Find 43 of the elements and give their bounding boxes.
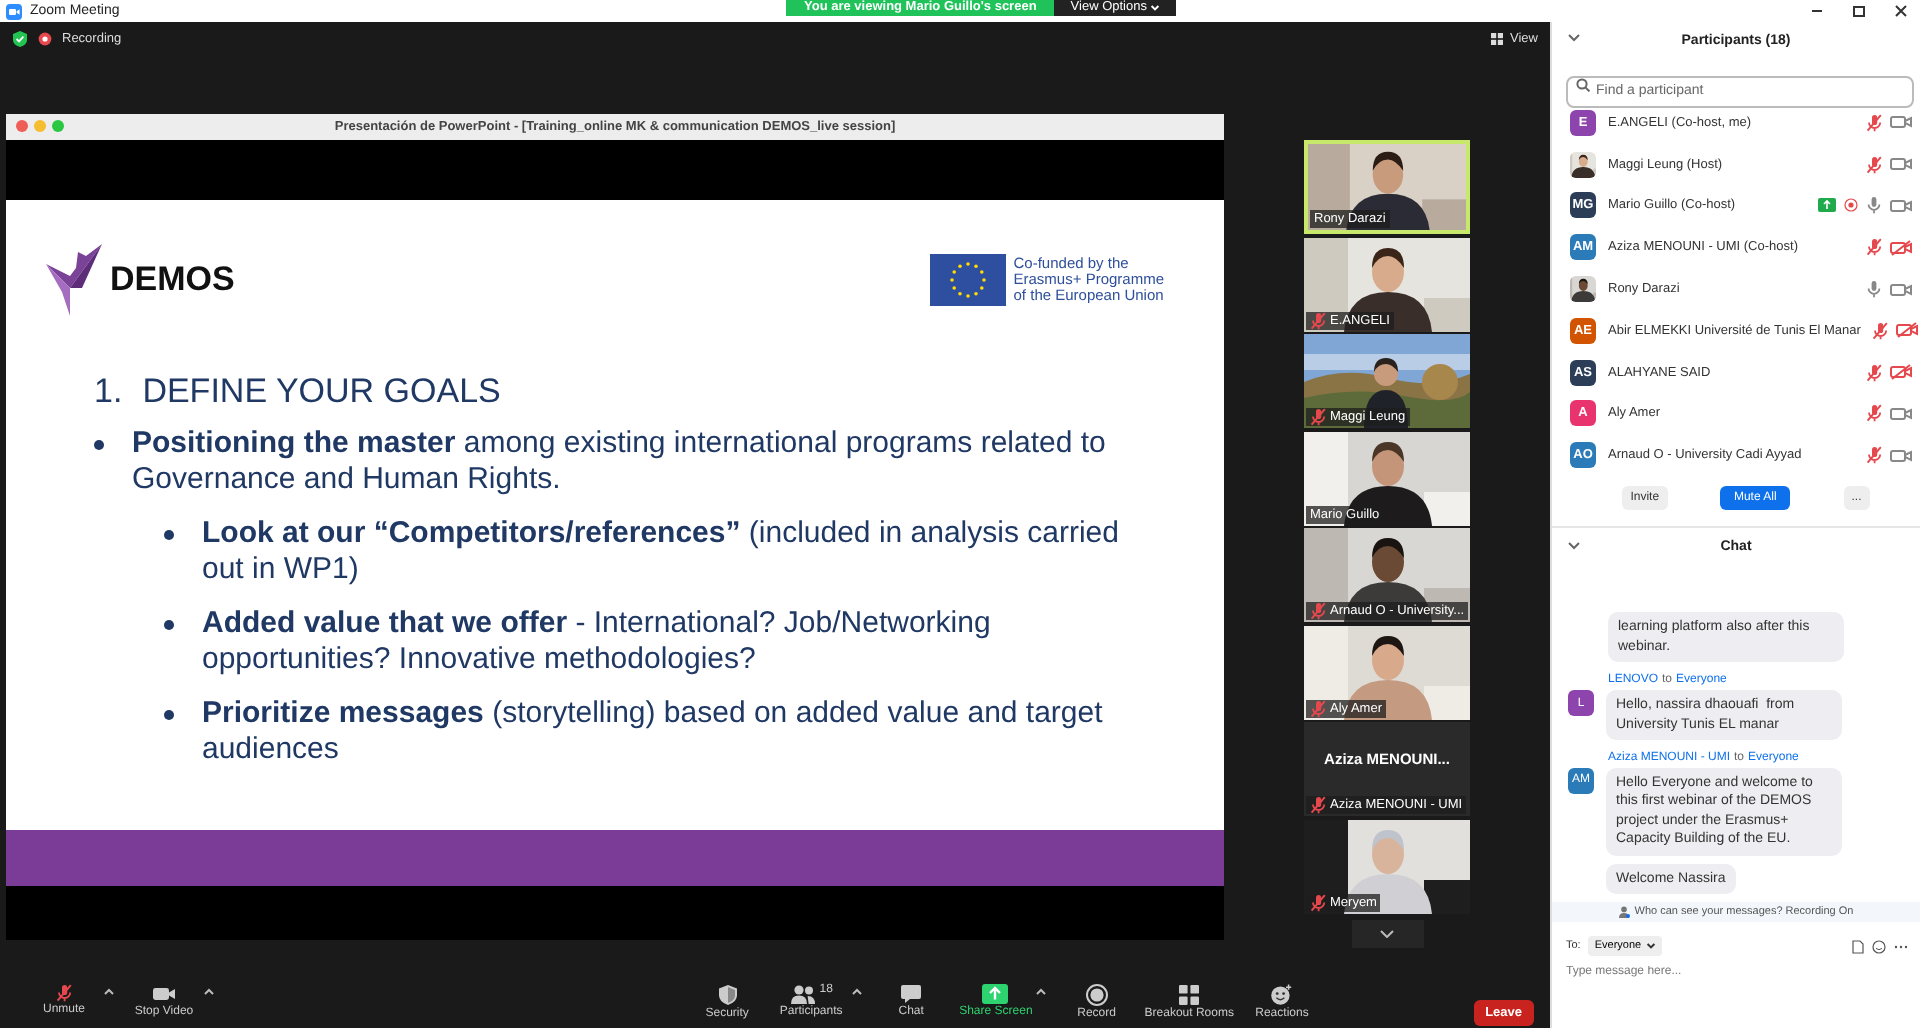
caret-icon <box>1150 4 1161 12</box>
caret-icon[interactable] <box>849 984 864 1000</box>
caret-icon <box>1645 942 1656 951</box>
minimize-icon[interactable] <box>1810 4 1824 18</box>
close-icon[interactable] <box>1894 4 1908 18</box>
maximize-icon[interactable] <box>1852 4 1866 18</box>
shield-icon[interactable] <box>12 29 28 47</box>
more-icon[interactable] <box>1894 943 1908 950</box>
share-screen-icon <box>982 984 1009 1004</box>
bullet-icon <box>164 620 174 630</box>
slide-heading: DEFINE YOUR GOALS <box>142 372 501 412</box>
collapse-icon[interactable] <box>1568 542 1580 551</box>
record-icon <box>1085 984 1108 1006</box>
grid-icon <box>1490 31 1505 45</box>
camera-icon <box>152 984 176 1004</box>
bullet-icon <box>164 530 174 540</box>
caret-icon[interactable] <box>102 984 116 1000</box>
heading-number: 1. <box>94 372 123 412</box>
grid-icon <box>1178 984 1201 1006</box>
people-icon <box>789 984 816 1004</box>
file-icon[interactable] <box>1852 939 1864 954</box>
shield-icon <box>717 984 738 1006</box>
bullet-icon <box>94 440 104 450</box>
collapse-icon[interactable] <box>1568 34 1580 42</box>
smiley-icon <box>1270 984 1293 1006</box>
bird-logo-icon <box>42 240 106 320</box>
bullet-text: Prioritize messages (storytelling) based on added value and target audiences <box>202 696 1105 768</box>
bullet-icon <box>164 710 174 720</box>
record-icon <box>38 31 52 45</box>
chevron-icon <box>1380 930 1394 938</box>
person-icon <box>1618 906 1631 919</box>
bullet-text: Added value that we offer - International? Job/Networking opportunities? Innovative methodologies? <box>202 606 993 678</box>
smiley-icon[interactable] <box>1872 939 1886 954</box>
bullet-text: Look at our “Competitors/references” (included in analysis carried out in WP1) <box>202 516 1121 588</box>
caret-icon[interactable] <box>1034 984 1049 1000</box>
app-logo-icon <box>6 3 22 19</box>
logo-text: DEMOS <box>110 260 235 300</box>
chat-icon <box>900 984 923 1004</box>
flag-icon <box>929 254 1006 306</box>
caret-icon[interactable] <box>202 984 216 1000</box>
muted-mic-icon <box>56 984 72 1002</box>
search-icon <box>1576 78 1590 92</box>
bullet-text: Positioning the master among existing international programs related to Governance and Human Rights. <box>132 426 1108 498</box>
